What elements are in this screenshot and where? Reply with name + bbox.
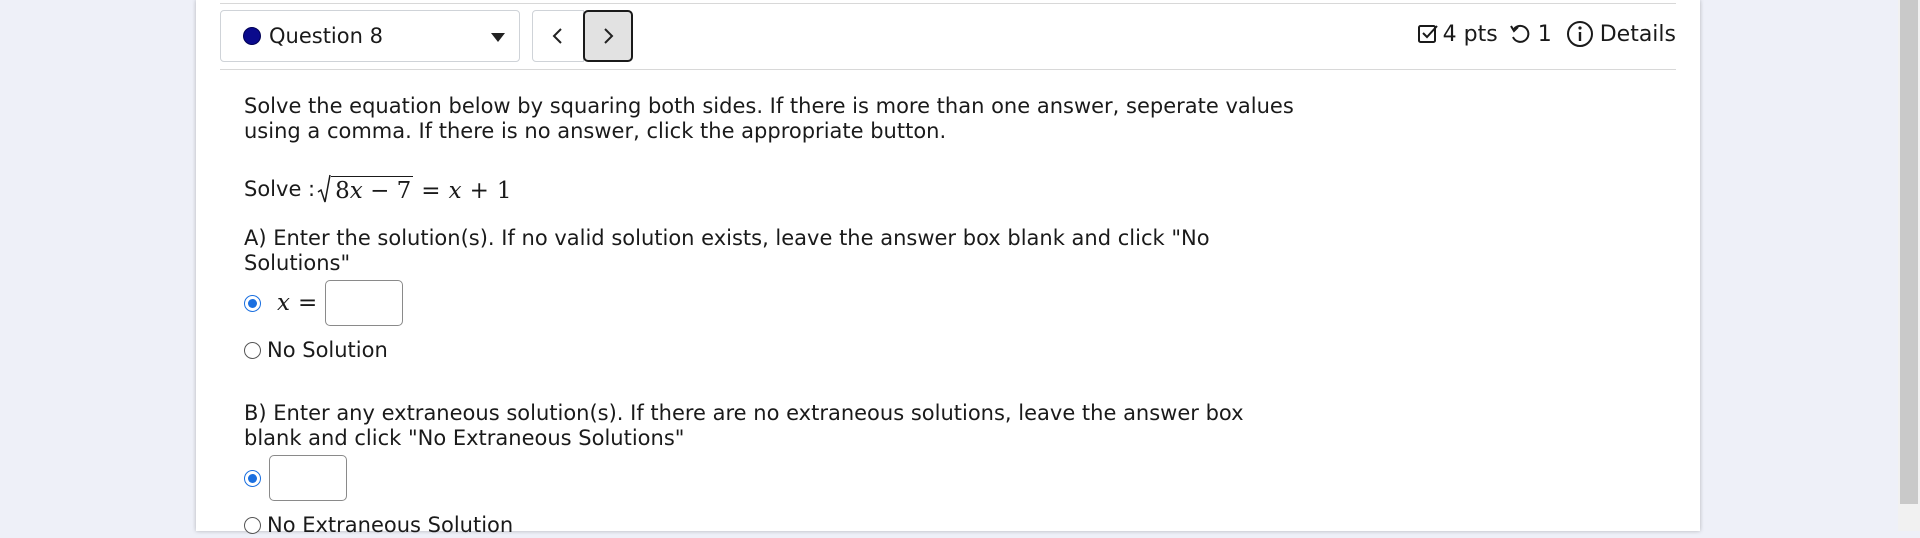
minus-sign: − [370, 178, 390, 204]
checkbox-icon [1417, 25, 1438, 43]
part-b-no-solution-option: No Extraneous Solution [244, 513, 1304, 538]
equation-line: Solve : 8x − 7 = x + 1 [244, 172, 1304, 206]
retry-icon [1509, 24, 1530, 43]
answer-variable: x [277, 289, 290, 316]
equation-math: 8x − 7 = x + 1 [317, 174, 511, 204]
attempts-count: 1 [1537, 21, 1552, 47]
chevron-left-icon [552, 28, 562, 44]
attempts-indicator: 1 [1508, 22, 1552, 47]
part-a-no-solution-label[interactable]: No Solution [267, 338, 388, 363]
scrollbar-thumb[interactable] [1900, 0, 1918, 504]
part-a-no-solution-radio[interactable] [244, 342, 261, 359]
part-a-answer-radio[interactable] [244, 294, 261, 312]
points-indicator: 4 pts [1417, 22, 1498, 47]
question-select-label: Question 8 [269, 24, 383, 48]
answer-equals: = [297, 289, 318, 316]
caret-down-icon [491, 33, 505, 42]
plus-sign: + [469, 178, 489, 204]
radicand: 8x − 7 [331, 176, 414, 204]
radicand-variable: x [349, 178, 363, 204]
equals-sign: = [421, 178, 441, 204]
vertical-scrollbar[interactable] [1898, 0, 1920, 531]
radicand-coefficient: 8 [335, 178, 350, 204]
part-b-no-solution-radio[interactable] [244, 517, 261, 534]
part-a: A) Enter the solution(s). If no valid so… [244, 226, 1304, 363]
info-icon [1566, 21, 1593, 47]
rhs-constant: 1 [496, 178, 512, 204]
top-divider [220, 3, 1676, 4]
part-b-answer-option [244, 455, 1304, 501]
previous-question-button[interactable] [532, 10, 584, 62]
question-instructions: Solve the equation below by squaring bot… [244, 94, 1294, 143]
question-meta: 4 pts 1 Details [1417, 20, 1676, 48]
part-a-no-solution-option: No Solution [244, 338, 1304, 363]
sqrt-icon [317, 174, 331, 203]
part-b-prompt: B) Enter any extraneous solution(s). If … [244, 401, 1244, 450]
question-select[interactable]: Question 8 [220, 10, 520, 62]
radicand-constant: 7 [396, 178, 412, 204]
question-body: Solve the equation below by squaring bot… [244, 94, 1304, 538]
part-a-prompt: A) Enter the solution(s). If no valid so… [244, 226, 1210, 275]
part-b-no-solution-label[interactable]: No Extraneous Solution [267, 513, 513, 538]
details-label: Details [1599, 21, 1676, 47]
part-a-answer-input[interactable] [325, 280, 404, 326]
part-b-answer-input[interactable] [269, 455, 347, 501]
points-label: 4 pts [1442, 21, 1498, 47]
part-b-answer-radio[interactable] [244, 469, 261, 487]
part-b: B) Enter any extraneous solution(s). If … [244, 401, 1304, 538]
details-button[interactable]: Details [1566, 20, 1676, 48]
question-status-dot [243, 27, 261, 45]
header-divider [220, 69, 1676, 70]
next-question-button[interactable] [583, 10, 633, 62]
chevron-right-icon [604, 28, 614, 44]
solve-prefix: Solve : [244, 176, 316, 201]
rhs-variable: x [448, 178, 462, 204]
assignment-page: Question 8 4 pts 1 Details Solve the equ… [196, 0, 1700, 537]
part-a-answer-option: x = [244, 280, 1304, 326]
